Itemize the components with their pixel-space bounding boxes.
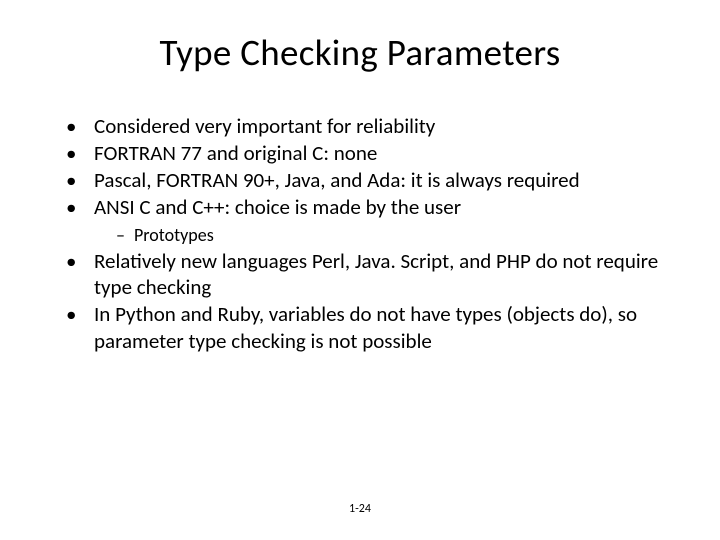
bullet-text: ANSI C and C++: choice is made by the us…	[94, 194, 461, 220]
bullet-item: In Python and Ruby, variables do not hav…	[76, 301, 672, 355]
sub-bullet-text: Prototypes	[134, 224, 214, 246]
bullet-text: Considered very important for reliabilit…	[94, 113, 435, 139]
bullet-text: In Python and Ruby, variables do not hav…	[94, 301, 637, 354]
bullet-item: FORTRAN 77 and original C: none	[76, 140, 672, 167]
sub-bullet-item: Prototypes	[116, 224, 672, 247]
bullet-item: Considered very important for reliabilit…	[76, 113, 672, 140]
sub-bullet-list: Prototypes	[94, 224, 672, 247]
slide-title: Type Checking Parameters	[48, 30, 672, 75]
bullet-item: Pascal, FORTRAN 90+, Java, and Ada: it i…	[76, 167, 672, 194]
bullet-item: Relatively new languages Perl, Java. Scr…	[76, 248, 672, 302]
bullet-text: FORTRAN 77 and original C: none	[94, 140, 377, 166]
bullet-text: Pascal, FORTRAN 90+, Java, and Ada: it i…	[94, 167, 580, 193]
bullet-text: Relatively new languages Perl, Java. Scr…	[94, 248, 658, 301]
slide-number: 1-24	[0, 502, 720, 516]
slide-content: Considered very important for reliabilit…	[48, 113, 672, 355]
bullet-item: ANSI C and C++: choice is made by the us…	[76, 194, 672, 247]
bullet-list: Considered very important for reliabilit…	[48, 113, 672, 355]
